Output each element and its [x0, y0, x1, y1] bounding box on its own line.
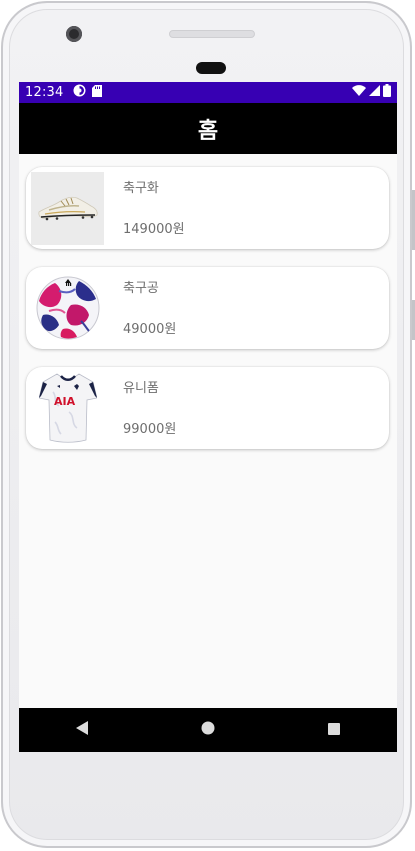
product-name: 축구공 — [123, 281, 159, 296]
back-button[interactable] — [62, 710, 102, 750]
svg-text:AIA: AIA — [54, 395, 76, 408]
home-button[interactable] — [188, 710, 228, 750]
status-bar: 12:34 — [19, 82, 397, 103]
product-card[interactable]: AIA 유니폼 99000원 — [26, 367, 389, 449]
back-icon — [75, 720, 89, 740]
product-price: 149000원 — [123, 222, 185, 237]
product-name: 축구화 — [123, 181, 159, 196]
product-price: 49000원 — [123, 322, 177, 337]
battery-icon — [383, 84, 391, 101]
top-speaker-grille — [169, 30, 255, 38]
soccer-cleats-image — [31, 171, 104, 245]
product-card[interactable]: 축구공 49000원 — [26, 267, 389, 349]
signal-icon — [369, 85, 380, 100]
screen: 12:34 홈 축구화 149000원 축구공 49000원 AIA 유니폼 9… — [19, 82, 397, 752]
page-title: 홈 — [197, 118, 219, 144]
recents-button[interactable] — [314, 710, 354, 750]
data-saver-icon — [73, 84, 86, 101]
app-bar: 홈 — [19, 103, 397, 154]
product-name: 유니폼 — [123, 381, 159, 396]
soccer-ball-image — [31, 272, 104, 345]
product-card[interactable]: 축구화 149000원 — [26, 167, 389, 249]
sd-card-icon — [92, 84, 103, 101]
jersey-image: AIA — [31, 372, 104, 445]
earpiece — [196, 62, 226, 74]
front-camera — [66, 26, 82, 42]
product-price: 99000원 — [123, 422, 177, 437]
recents-icon — [327, 721, 341, 740]
product-list: 축구화 149000원 축구공 49000원 AIA 유니폼 99000원 — [19, 154, 397, 449]
system-navigation-bar — [19, 708, 397, 752]
status-time: 12:34 — [25, 85, 64, 100]
home-icon — [200, 720, 216, 740]
wifi-icon — [352, 85, 366, 100]
